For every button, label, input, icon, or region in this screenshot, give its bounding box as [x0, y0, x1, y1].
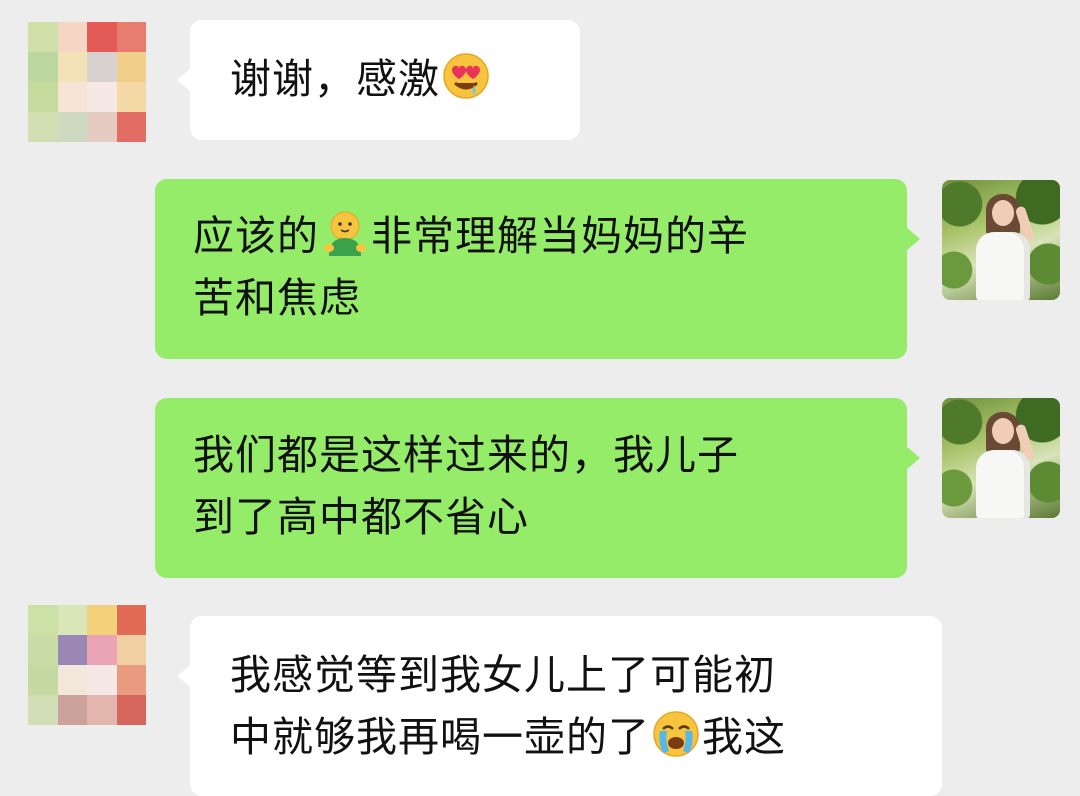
- message-text-line: 苦和焦虑: [193, 274, 361, 322]
- message-text: 我这: [702, 713, 786, 761]
- message-text-line: 我感觉等到我女儿上了可能初: [230, 651, 776, 699]
- message-bubble-outgoing[interactable]: 我们都是这样过来的，我儿子 到了高中都不省心: [155, 398, 920, 578]
- message-bubble-outgoing[interactable]: 应该的 非常理解当妈妈的辛 苦和焦虑: [155, 179, 920, 359]
- contact-avatar-blurred[interactable]: [28, 605, 146, 725]
- message-bubble-incoming[interactable]: 谢谢，感激: [177, 20, 580, 140]
- message-text: 非常理解当妈妈的辛: [371, 212, 749, 260]
- message-text: 谢谢，感激: [230, 55, 440, 103]
- heart-eyes-drool-emoji-icon: [443, 53, 489, 99]
- self-avatar-photo[interactable]: [942, 180, 1060, 300]
- message-text-line: 谢谢，感激: [230, 48, 580, 110]
- message-text-line: 我们都是这样过来的，我儿子: [193, 431, 739, 479]
- loudly-crying-face-emoji-icon: [653, 711, 699, 757]
- self-avatar-photo[interactable]: [942, 398, 1060, 518]
- message-text-line: 中就够我再喝一壶的了 我这: [230, 706, 942, 768]
- green-hug-figure-emoji-icon: [324, 211, 366, 256]
- message-text-line: 到了高中都不省心: [193, 493, 529, 541]
- chat-view: 谢谢，感激 应该的 非常理解当妈妈的辛 苦和焦虑 我们都是这样过来的，我儿子 到…: [0, 0, 1080, 796]
- message-text: 应该的: [193, 212, 319, 260]
- message-bubble-incoming[interactable]: 我感觉等到我女儿上了可能初 中就够我再喝一壶的了 我这: [177, 616, 942, 796]
- message-text-line: 应该的 非常理解当妈妈的辛: [193, 205, 907, 267]
- contact-avatar-blurred[interactable]: [28, 22, 146, 142]
- message-text: 中就够我再喝一壶的了: [230, 713, 650, 761]
